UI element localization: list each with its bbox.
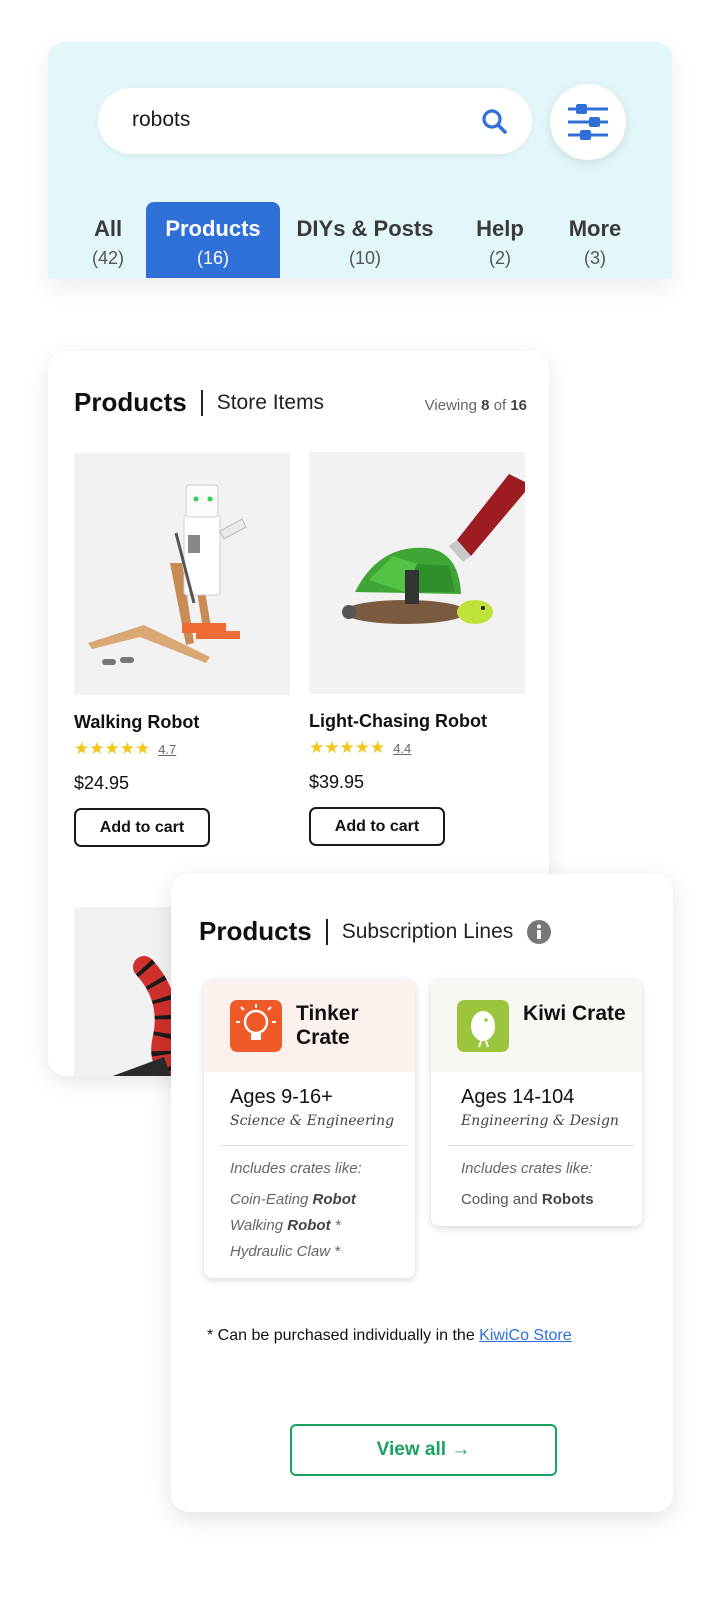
product-card: Light-Chasing Robot ★★★★★ 4.4 $39.95 Add… <box>309 452 525 846</box>
crate-example-item: Hydraulic Claw * <box>230 1243 341 1260</box>
crate-ages: Ages 14-104 <box>461 1086 575 1108</box>
tab-help[interactable]: Help (2) <box>460 202 540 278</box>
star-rating-icon: ★★★★★ <box>309 738 386 757</box>
rating-value[interactable]: 4.7 <box>158 742 176 757</box>
heading-divider <box>325 918 328 945</box>
section-title: Products <box>74 387 187 417</box>
search-query[interactable]: robots <box>132 108 190 132</box>
item-keyword: Robot <box>312 1191 356 1208</box>
search-panel: robots All (42) Products (16) DIYs & Pos… <box>48 42 672 278</box>
crate-header: Tinker Crate <box>204 980 415 1072</box>
crate-includes-label: Includes crates like: <box>461 1160 593 1177</box>
crate-card-tinker[interactable]: Tinker Crate Ages 9-16+ Science & Engine… <box>204 980 415 1278</box>
crate-example-item: Walking Robot * <box>230 1217 398 1234</box>
product-image-light-chasing-robot[interactable] <box>309 452 525 694</box>
tab-products[interactable]: Products (16) <box>146 202 280 278</box>
section-title: Products <box>199 916 312 946</box>
divider <box>221 1145 407 1146</box>
crate-example-item: Coding and Robots <box>461 1191 625 1208</box>
crate-name: Tinker Crate <box>296 1002 359 1049</box>
rating-value[interactable]: 4.4 <box>393 741 411 756</box>
footnote-text: * Can be purchased individually in the <box>207 1327 480 1344</box>
tab-diys-posts[interactable]: DIYs & Posts (10) <box>288 202 442 278</box>
item-text: Coding and <box>461 1191 542 1208</box>
tab-label: More <box>568 216 622 241</box>
heading-divider <box>200 389 203 416</box>
item-text: Coin-Eating <box>230 1191 313 1208</box>
item-keyword: Robot <box>287 1217 331 1234</box>
tab-label: Help <box>476 216 524 241</box>
search-input[interactable]: robots <box>98 88 532 154</box>
star-rating-icon: ★★★★★ <box>74 739 151 758</box>
product-rating: ★★★★★ 4.4 <box>309 738 525 758</box>
item-keyword: Robots <box>541 1191 594 1208</box>
search-icon[interactable] <box>480 107 508 135</box>
view-all-button[interactable]: View all → <box>290 1424 557 1476</box>
item-text: * <box>330 1217 341 1234</box>
product-name[interactable]: Walking Robot <box>74 712 290 733</box>
filter-button[interactable] <box>550 84 626 160</box>
crate-ages: Ages 9-16+ <box>230 1086 333 1108</box>
crate-example-item: Coin-Eating Robot <box>230 1191 398 1208</box>
tab-label: All <box>93 216 123 241</box>
light-chasing-robot-illustration <box>309 452 525 694</box>
crate-topic: Engineering & Design <box>461 1113 619 1129</box>
kiwi-bird-logo-icon <box>457 1000 509 1052</box>
tab-label: DIYs & Posts <box>296 216 434 241</box>
info-icon[interactable] <box>527 919 552 944</box>
crate-topic: Science & Engineering <box>230 1113 395 1129</box>
kiwico-store-link[interactable]: KiwiCo Store <box>479 1327 571 1344</box>
walking-robot-illustration <box>74 453 290 695</box>
viewing-prefix: Viewing <box>424 397 477 414</box>
crate-card-kiwi[interactable]: Kiwi Crate Ages 14-104 Engineering & Des… <box>431 980 642 1226</box>
footnote: * Can be purchased individually in the K… <box>207 1327 572 1345</box>
add-to-cart-button[interactable]: Add to cart <box>309 807 445 846</box>
tab-count: (3) <box>584 248 606 268</box>
product-name[interactable]: Light-Chasing Robot <box>309 711 525 732</box>
crate-body: Ages 9-16+ Science & Engineering Include… <box>204 1072 415 1278</box>
tab-label: Products <box>165 216 261 241</box>
sliders-icon <box>568 104 608 140</box>
tab-count: (10) <box>348 248 381 268</box>
product-image-walking-robot[interactable] <box>74 453 290 695</box>
subscription-lines-card: Products Subscription Lines Tinker Crate <box>171 874 673 1512</box>
crate-body: Ages 14-104 Engineering & Design Include… <box>431 1072 642 1226</box>
product-card: Walking Robot ★★★★★ 4.7 $24.95 Add to ca… <box>74 453 290 847</box>
product-price: $39.95 <box>309 772 365 792</box>
divider <box>448 1145 634 1146</box>
section-heading: Products Subscription Lines <box>199 916 552 947</box>
tab-count: (16) <box>196 248 229 268</box>
section-subtitle: Store Items <box>216 390 325 414</box>
lightbulb-logo-icon <box>230 1000 282 1052</box>
crate-header: Kiwi Crate <box>431 980 642 1072</box>
tab-more[interactable]: More (3) <box>554 202 636 278</box>
product-rating: ★★★★★ 4.7 <box>74 739 290 759</box>
tab-count: (2) <box>489 248 511 268</box>
crate-name: Kiwi Crate <box>523 1002 626 1025</box>
crate-includes-label: Includes crates like: <box>230 1160 362 1177</box>
tab-count: (42) <box>91 248 124 268</box>
add-to-cart-button[interactable]: Add to cart <box>74 808 210 847</box>
section-heading: Products Store Items <box>74 387 324 418</box>
viewing-shown: 8 <box>481 397 490 414</box>
section-subtitle: Subscription Lines <box>341 919 514 943</box>
viewing-total: 16 <box>510 397 527 414</box>
item-text: Walking <box>230 1217 288 1234</box>
viewing-count: Viewing 8 of 16 <box>425 397 527 414</box>
product-price: $24.95 <box>74 773 130 793</box>
tab-all[interactable]: All (42) <box>76 202 140 278</box>
viewing-of: of <box>493 397 507 414</box>
